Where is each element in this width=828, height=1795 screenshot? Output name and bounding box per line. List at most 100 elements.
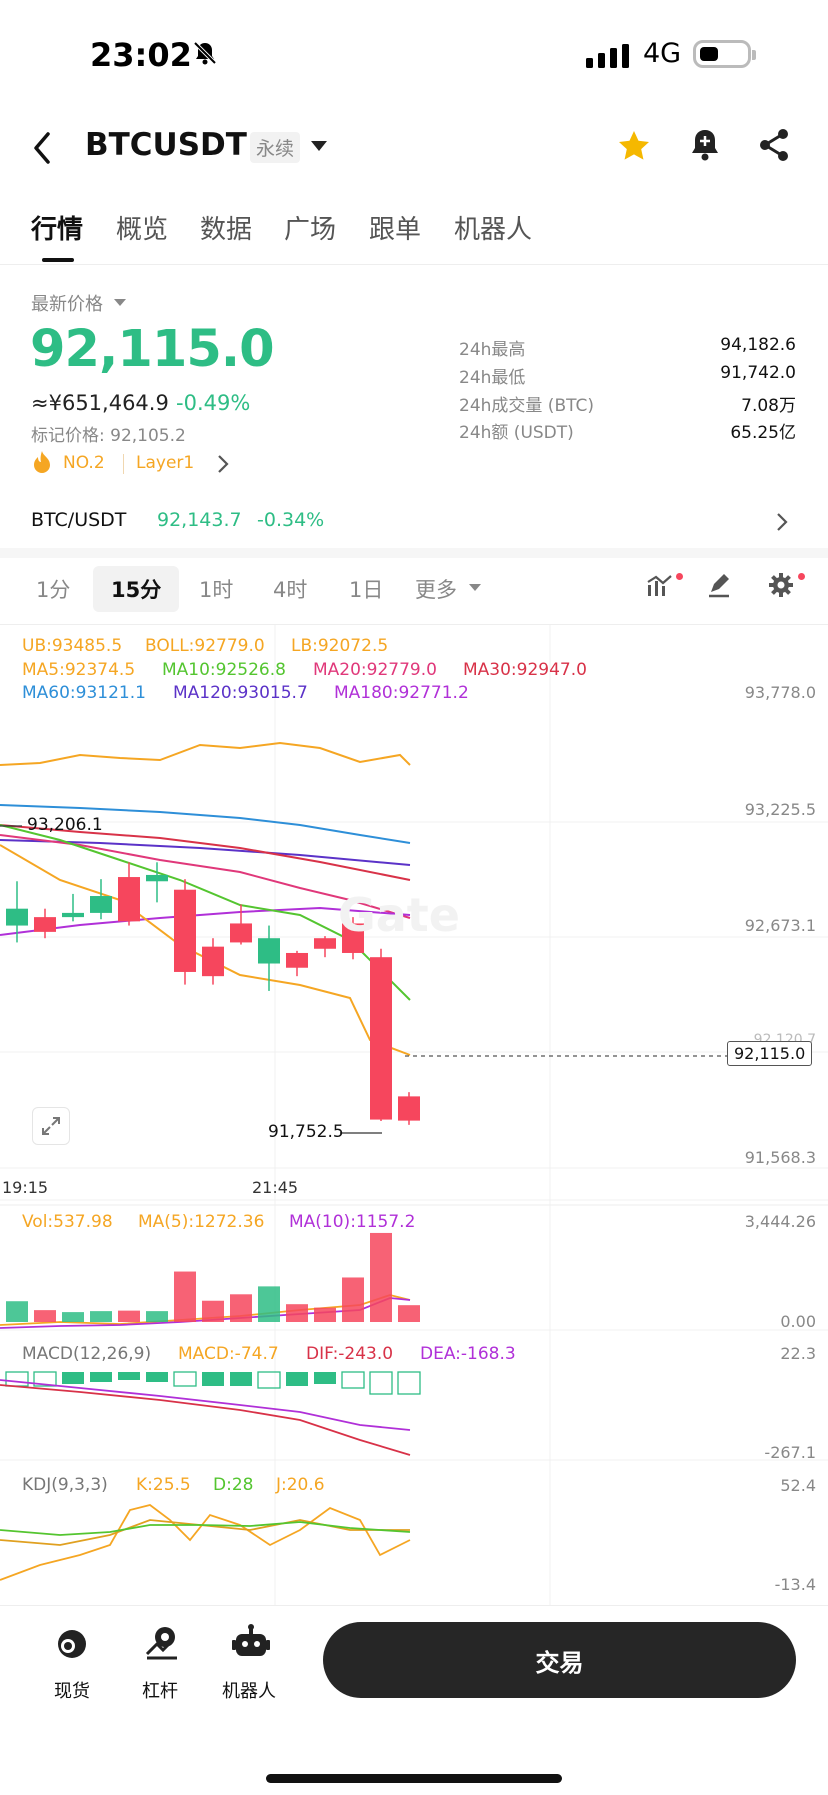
mark-price: 标记价格: 92,105.2 [31, 426, 186, 446]
margin-nav-icon[interactable] [143, 1624, 181, 1666]
pair-title[interactable]: BTCUSDT [85, 127, 247, 163]
more-dropdown-icon[interactable] [469, 584, 481, 591]
boll-lb-label: LB:92072.5 [291, 636, 389, 656]
volume-bar [62, 1312, 84, 1322]
macd-value: MACD:-74.7 [178, 1344, 279, 1364]
volume-bar [34, 1310, 56, 1322]
sector-tag[interactable]: Layer1 [136, 453, 194, 473]
time-label-1: 19:15 [2, 1178, 49, 1197]
price-tick-3: 92,673.1 [744, 916, 816, 935]
bot-nav-label[interactable]: 机器人 [222, 1677, 276, 1703]
price-tick-2: 93,225.5 [744, 800, 816, 819]
rank-tag[interactable]: NO.2 [63, 453, 105, 473]
home-indicator[interactable] [266, 1774, 562, 1783]
candle-body [34, 917, 56, 932]
volume-bar [6, 1301, 28, 1322]
latest-price-dropdown-icon[interactable] [114, 299, 126, 306]
chevron-right-icon[interactable] [217, 454, 229, 478]
indicator-badge [676, 573, 683, 580]
interval-1m[interactable]: 1分 [36, 574, 70, 604]
candle-body [90, 896, 112, 913]
interval-1d[interactable]: 1日 [349, 574, 383, 604]
kdj-tick-max: 52.4 [780, 1476, 816, 1495]
kdj-d-line [0, 1521, 411, 1536]
kdj-j-value: J:20.6 [276, 1475, 325, 1495]
stat-turnover-value: 65.25亿 [730, 423, 796, 443]
stat-high-value: 94,182.6 [720, 335, 796, 355]
tab-divider [0, 264, 828, 265]
change-percent: -0.49% [176, 391, 251, 415]
ma20-label: MA20:92779.0 [313, 660, 437, 680]
tab-market[interactable]: 行情 [31, 209, 83, 246]
spot-nav-icon[interactable] [54, 1626, 90, 1666]
expand-icon [42, 1117, 60, 1135]
indicator-settings-icon[interactable] [646, 572, 674, 602]
stat-volume-value: 7.08万 [741, 396, 796, 416]
bot-nav-icon[interactable] [232, 1624, 270, 1666]
pair-dropdown-icon[interactable] [311, 141, 327, 151]
vol-label: Vol:537.98 [22, 1212, 113, 1232]
latest-price-label[interactable]: 最新价格 [31, 290, 103, 316]
candle-body [174, 889, 196, 972]
favorite-star-icon[interactable] [616, 128, 652, 168]
candle-body [118, 877, 140, 922]
ma10-label: MA10:92526.8 [162, 660, 286, 680]
spot-chevron-right-icon[interactable] [776, 512, 788, 536]
cellular-signal-icon [586, 44, 631, 72]
settings-badge [798, 573, 805, 580]
chart-settings-gear-icon[interactable] [768, 572, 794, 602]
candle-body [230, 923, 252, 943]
kline-chart[interactable] [0, 625, 828, 1605]
stat-turnover-label: 24h额 (USDT) [459, 423, 574, 443]
section-gap [0, 548, 828, 558]
fire-icon [31, 450, 53, 478]
stat-low-value: 91,742.0 [720, 363, 796, 383]
candle-body [370, 957, 392, 1120]
interval-15m[interactable]: 15分 [93, 566, 180, 612]
volume-bar [398, 1305, 420, 1322]
vol-ma10-label: MA(10):1157.2 [289, 1212, 416, 1232]
vol-tick-max: 3,444.26 [744, 1212, 816, 1231]
tag-separator [123, 454, 124, 474]
ma30-label: MA30:92947.0 [463, 660, 587, 680]
share-icon[interactable] [758, 128, 790, 166]
time-label-2: 21:45 [252, 1178, 299, 1197]
spot-price[interactable]: 92,143.7 [157, 509, 242, 531]
candle-body [258, 938, 280, 964]
macd-tick-min: -267.1 [764, 1443, 816, 1462]
active-tab-indicator [42, 258, 74, 262]
interval-1h[interactable]: 1时 [199, 574, 233, 604]
volume-bar [202, 1300, 224, 1322]
volume-bar [90, 1311, 112, 1322]
expand-chart-button[interactable] [32, 1107, 70, 1145]
tab-copy-trading[interactable]: 跟单 [369, 209, 421, 246]
kdj-k-value: K:25.5 [136, 1475, 191, 1495]
trade-button[interactable]: 交易 [323, 1622, 796, 1698]
margin-nav-label[interactable]: 杠杆 [142, 1677, 178, 1703]
dif-value: DIF:-243.0 [306, 1344, 394, 1364]
tab-data[interactable]: 数据 [200, 209, 252, 246]
tab-square[interactable]: 广场 [284, 209, 336, 246]
dif-line [0, 1384, 411, 1456]
price-alert-bell-icon[interactable] [690, 128, 720, 166]
candle-body [314, 938, 336, 949]
macd-tick-max: 22.3 [780, 1344, 816, 1363]
cny-price: ≈¥651,464.9 [31, 391, 169, 415]
spot-pair[interactable]: BTC/USDT [31, 509, 126, 531]
spot-nav-label[interactable]: 现货 [54, 1677, 90, 1703]
interval-4h[interactable]: 4时 [273, 574, 307, 604]
tab-bots[interactable]: 机器人 [454, 209, 532, 246]
contract-type-badge: 永续 [250, 132, 301, 163]
tab-overview[interactable]: 概览 [116, 209, 168, 246]
battery-tip [752, 50, 756, 60]
spot-change[interactable]: -0.34% [257, 509, 324, 531]
bottom-nav-divider [0, 1605, 828, 1606]
candle-body [398, 1096, 420, 1121]
vol-ma5-label: MA(5):1272.36 [138, 1212, 265, 1232]
back-button[interactable] [30, 130, 54, 170]
kdj-tick-min: -13.4 [774, 1575, 816, 1594]
draw-tool-icon[interactable] [707, 572, 733, 602]
stat-high-label: 24h最高 [459, 340, 526, 360]
gate-watermark: Gate [338, 888, 460, 942]
interval-more[interactable]: 更多 [415, 574, 457, 604]
